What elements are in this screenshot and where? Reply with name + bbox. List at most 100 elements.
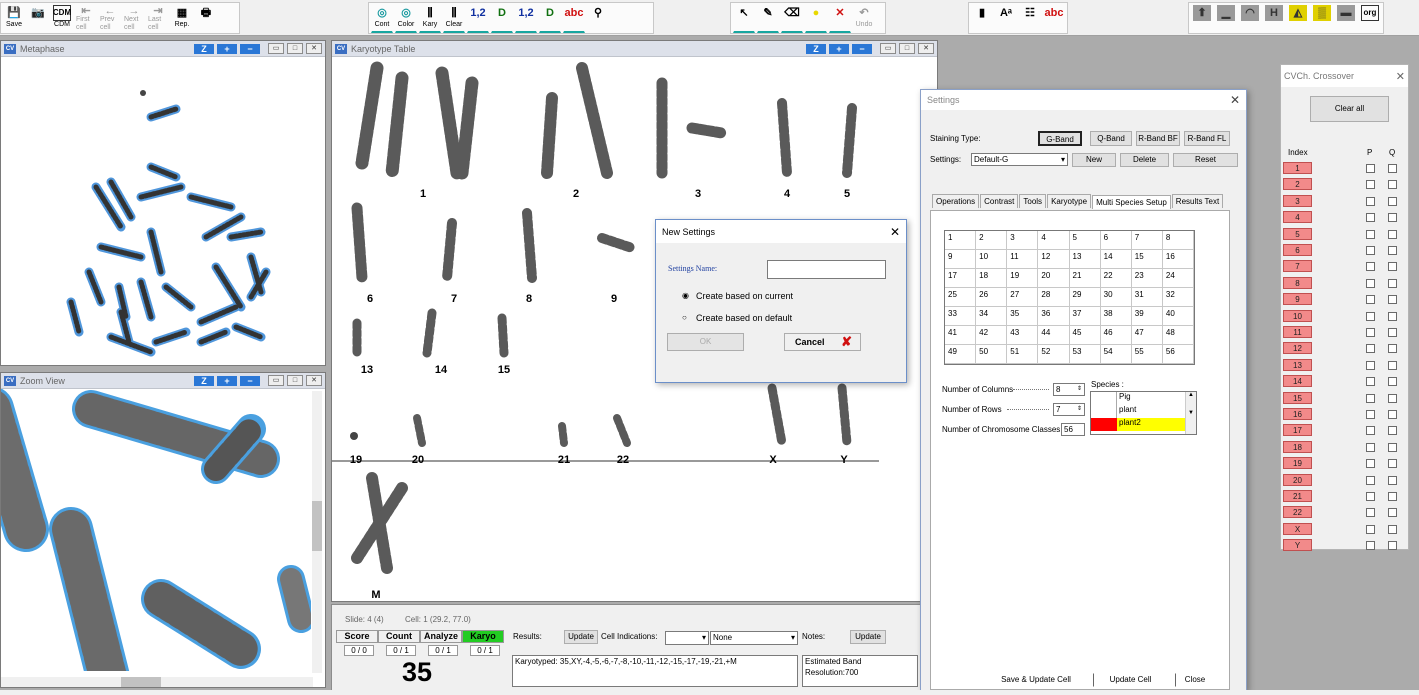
crossover-p-checkbox[interactable]	[1366, 459, 1375, 469]
num12-button[interactable]: 1,2	[467, 4, 489, 33]
crossover-p-checkbox[interactable]	[1366, 541, 1375, 551]
d12-button[interactable]: D	[539, 4, 561, 33]
grid-cell[interactable]: 38	[1100, 307, 1132, 326]
zoom-out-button[interactable]: −	[852, 43, 872, 54]
staining-r-band-fl-button[interactable]: R-Band FL	[1184, 131, 1230, 146]
i4-button[interactable]: H	[1263, 4, 1285, 33]
crossover-p-checkbox[interactable]	[1366, 508, 1375, 518]
create-from-current-option[interactable]: Create based on current	[696, 291, 793, 301]
crossover-p-checkbox[interactable]	[1366, 344, 1375, 354]
crossover-p-checkbox[interactable]	[1366, 311, 1375, 321]
cancel-button[interactable]: Cancel ✘	[784, 333, 861, 351]
brush-button[interactable]: ⌫	[781, 4, 803, 33]
grid-cell[interactable]: 12	[1038, 250, 1070, 269]
zoom-in-button[interactable]: +	[829, 43, 849, 54]
grid-cell[interactable]: 18	[976, 269, 1008, 288]
grid-cell[interactable]: 53	[1069, 345, 1101, 364]
grid-cell[interactable]: 10	[976, 250, 1008, 269]
grid-cell[interactable]: 6	[1100, 231, 1132, 250]
crossover-q-checkbox[interactable]	[1388, 508, 1397, 518]
rep-button[interactable]: ▦ Rep.	[171, 4, 193, 33]
crossover-q-checkbox[interactable]	[1388, 295, 1397, 305]
grid-cell[interactable]: 48	[1162, 326, 1194, 345]
settings-tab-contrast[interactable]: Contrast	[980, 194, 1019, 208]
settings-tab-results-text[interactable]: Results Text	[1171, 194, 1224, 208]
crossover-p-checkbox[interactable]	[1366, 262, 1375, 272]
grid-cell[interactable]: 8	[1162, 231, 1194, 250]
grid-cell[interactable]: 30	[1100, 288, 1132, 307]
crossover-q-checkbox[interactable]	[1388, 229, 1397, 239]
grid-cell[interactable]: 7	[1131, 231, 1163, 250]
i1-button[interactable]: ⬆	[1191, 4, 1213, 33]
crossover-p-checkbox[interactable]	[1366, 196, 1375, 206]
next-cell-button[interactable]: → Next cell	[123, 4, 145, 33]
create-from-default-option[interactable]: Create based on default	[696, 313, 792, 323]
grid-cell[interactable]: 44	[1038, 326, 1070, 345]
i7-button[interactable]: ▬	[1335, 4, 1357, 33]
cell-indications-select[interactable]: ▾	[665, 631, 709, 645]
cdm-button[interactable]: CDM CDM	[51, 4, 73, 33]
species-grid[interactable]: 1 2 3 4 5 6 7 8 9 10 11 12 13 14 15 16 17 18 19 20 21 22 23 24 2…	[944, 230, 1195, 365]
crossover-p-checkbox[interactable]	[1366, 410, 1375, 419]
grid-cell[interactable]: 35	[1007, 307, 1039, 326]
grid-cell[interactable]: 14	[1100, 250, 1132, 269]
zoom-in-button[interactable]: +	[217, 43, 237, 54]
zoom-z-button[interactable]: Z	[194, 43, 214, 54]
grid-cell[interactable]: 50	[976, 345, 1008, 364]
mode-tab-analyze[interactable]: Analyze	[420, 630, 462, 643]
crossover-q-checkbox[interactable]	[1388, 196, 1397, 206]
crossover-q-checkbox[interactable]	[1388, 459, 1397, 469]
grid-cell[interactable]: 51	[1007, 345, 1039, 364]
grid-cell[interactable]: 26	[976, 288, 1008, 307]
k3-button[interactable]: ☷	[1019, 4, 1041, 33]
clear-button[interactable]: ⫼ Clear	[443, 4, 465, 33]
grid-cell[interactable]: 40	[1162, 307, 1194, 326]
crossover-p-checkbox[interactable]	[1366, 524, 1375, 534]
minimize-button[interactable]: ▭	[268, 43, 284, 54]
grid-cell[interactable]: 55	[1131, 345, 1163, 364]
vertical-scrollbar[interactable]	[312, 391, 322, 673]
crossover-p-checkbox[interactable]	[1366, 295, 1375, 305]
species-item[interactable]: plant	[1117, 405, 1136, 418]
clear-all-button[interactable]: Clear all	[1310, 96, 1389, 122]
crossover-q-checkbox[interactable]	[1388, 213, 1397, 223]
settings-tab-multi-species-setup[interactable]: Multi Species Setup	[1092, 195, 1171, 209]
grid-cell[interactable]: 45	[1069, 326, 1101, 345]
columns-spinner[interactable]: 8 ⇕	[1053, 383, 1085, 396]
crossover-q-checkbox[interactable]	[1388, 311, 1397, 321]
grid-cell[interactable]: 34	[976, 307, 1008, 326]
crossover-p-checkbox[interactable]	[1366, 213, 1375, 223]
grid-cell[interactable]: 36	[1038, 307, 1070, 326]
cont-button[interactable]: ◎ Cont	[371, 4, 393, 33]
maximize-button[interactable]: □	[287, 375, 303, 386]
maximize-button[interactable]: □	[287, 43, 303, 54]
crossover-q-checkbox[interactable]	[1388, 393, 1397, 403]
grid-cell[interactable]: 19	[1007, 269, 1039, 288]
zoom-out-button[interactable]: −	[240, 375, 260, 386]
grid-cell[interactable]: 49	[945, 345, 977, 364]
crossover-p-checkbox[interactable]	[1366, 492, 1375, 501]
color-button[interactable]: ◎ Color	[395, 4, 417, 33]
maximize-button[interactable]: □	[899, 43, 915, 54]
grid-cell[interactable]: 43	[1007, 326, 1039, 345]
species-item[interactable]: Pig	[1117, 392, 1131, 405]
k4-button[interactable]: abc	[1043, 4, 1065, 33]
species-scrollbar[interactable]: ▲ ▼	[1185, 392, 1196, 434]
grid-cell[interactable]: 4	[1038, 231, 1070, 250]
zoom-out-button[interactable]: −	[240, 43, 260, 54]
grid-cell[interactable]: 54	[1100, 345, 1132, 364]
crossover-q-checkbox[interactable]	[1388, 426, 1397, 436]
settings-select[interactable]: Default-G ▾	[971, 153, 1068, 166]
minimize-button[interactable]: ▭	[268, 375, 284, 386]
crossover-p-checkbox[interactable]	[1366, 180, 1375, 190]
crossover-p-checkbox[interactable]	[1366, 229, 1375, 239]
grid-cell[interactable]: 3	[1007, 231, 1039, 250]
first-cell-button[interactable]: ⇤ First cell	[75, 4, 97, 33]
mode-tab-count[interactable]: Count	[378, 630, 420, 643]
notes-update-button[interactable]: Update	[850, 630, 886, 644]
k1-button[interactable]: ▮	[971, 4, 993, 33]
metaphase-image[interactable]	[1, 57, 325, 365]
grid-cell[interactable]: 2	[976, 231, 1008, 250]
crossover-q-checkbox[interactable]	[1388, 328, 1397, 337]
grid-cell[interactable]: 9	[945, 250, 977, 269]
